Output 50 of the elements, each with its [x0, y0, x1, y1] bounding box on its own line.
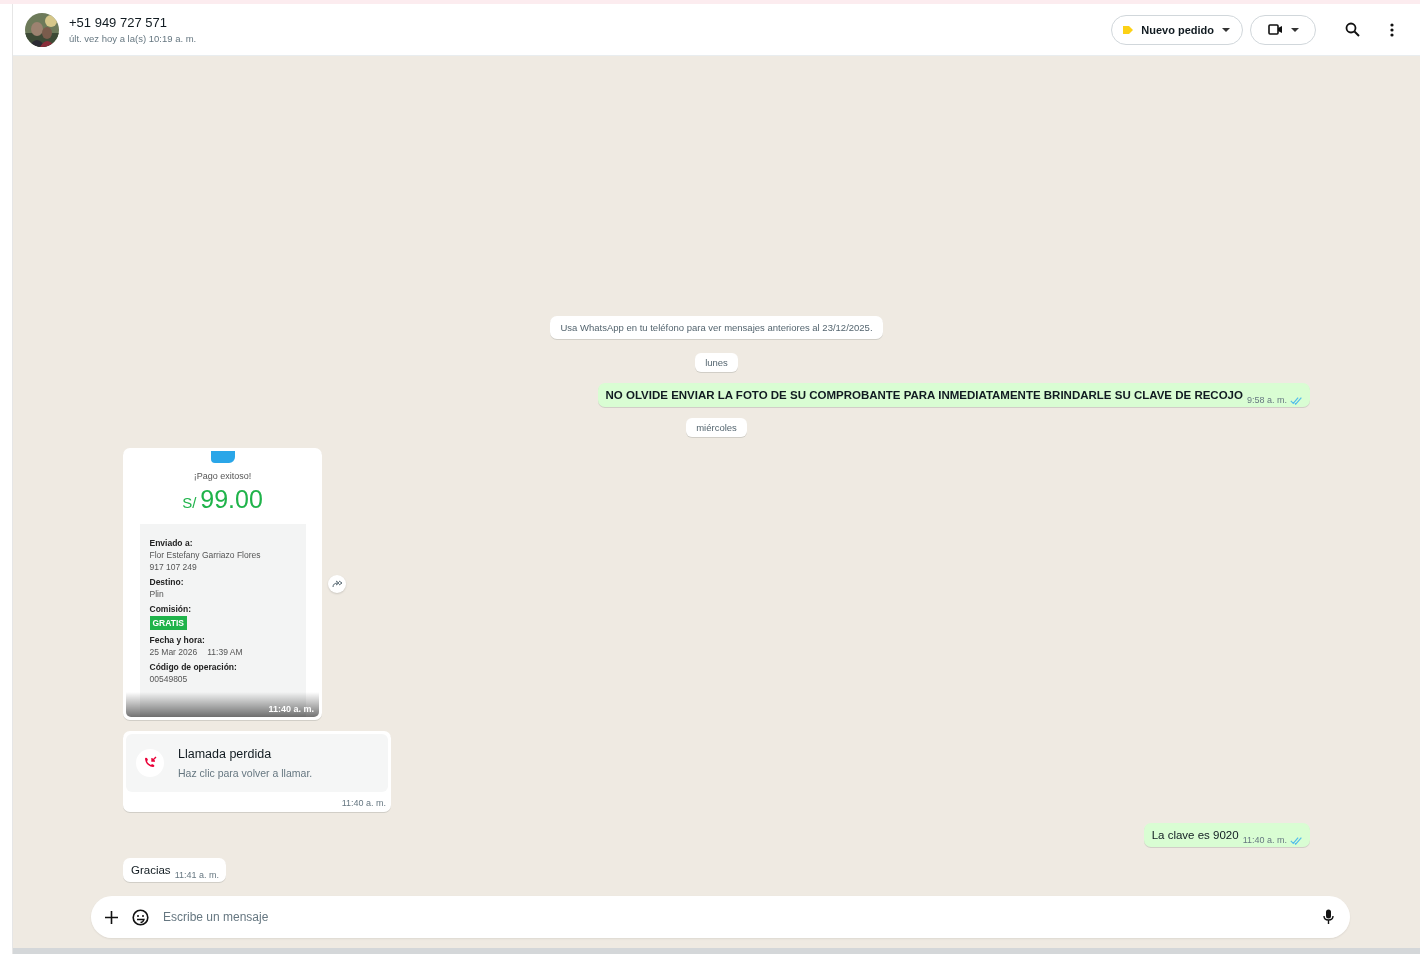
date-chip: miércoles [686, 418, 747, 437]
payment-status-text: ¡Pago exitoso! [193, 471, 252, 481]
forward-icon [331, 580, 343, 588]
history-notice: Usa WhatsApp en tu teléfono para ver mensajes anteriores al 23/12/2025. [550, 316, 883, 339]
message-text: La clave es 9020 [1151, 828, 1239, 843]
call-subtitle: Haz clic para volver a llamar. [178, 767, 313, 779]
currency-symbol: S/ [182, 494, 197, 511]
label-button[interactable]: Nuevo pedido [1111, 14, 1243, 45]
caret-icon [1290, 27, 1299, 32]
message-time: 9:58 a. m. [1246, 395, 1287, 405]
call-title: Llamada perdida [178, 747, 273, 761]
plus-icon [105, 910, 118, 924]
logo-icon [210, 451, 235, 463]
voice-message-button[interactable] [1309, 896, 1350, 938]
caret-icon [1222, 27, 1230, 32]
field-label: Código de operación: [149, 662, 238, 672]
field-value: 00549805 [149, 674, 189, 684]
field-label: Enviado a: [149, 538, 194, 548]
message-time: 11:40 a. m. [268, 704, 314, 714]
status-badge: GRATIS [149, 616, 187, 630]
field-label: Fecha y hora: [149, 635, 206, 645]
video-call-button[interactable] [1250, 14, 1316, 45]
search-button[interactable] [1345, 22, 1360, 37]
message-time: 11:40 a. m. [1242, 835, 1287, 845]
message-time: 11:41 a. m. [174, 870, 219, 880]
field-value: 917 107 249 [149, 562, 198, 572]
menu-button[interactable] [1390, 22, 1394, 37]
field-value: 25 Mar 2026 [149, 647, 198, 657]
sticker-face-icon [132, 908, 149, 926]
forward-button[interactable] [328, 575, 346, 593]
menu-icon [1390, 22, 1394, 37]
message-text: NO OLVIDE ENVIAR LA FOTO DE SU COMPROBANTE PARA INMEDIATAMENTE BRINDARLE SU CLAVE DE RECOJO [605, 388, 1243, 403]
field-value: 11:39 AM [207, 647, 243, 657]
message-input[interactable]: Escribe un mensaje [156, 896, 1309, 938]
missed-call-card[interactable]: Llamada perdida Haz clic para volver a llamar. [126, 734, 388, 792]
label-tag-icon [1122, 25, 1134, 34]
last-seen-text: últ. vez hoy a la(s) 10:19 a. m. [69, 33, 198, 44]
field-label: Destino: [149, 577, 185, 587]
search-icon [1345, 22, 1360, 37]
missed-call-icon [143, 756, 157, 770]
message-time: 11:40 a. m. [341, 798, 386, 808]
contact-name: +51 949 727 571 [69, 15, 168, 30]
message-text: Gracias [131, 863, 171, 878]
field-value: Plin [149, 589, 165, 599]
payment-amount: 99.00 [200, 485, 263, 514]
field-label: Comisión: [149, 604, 193, 614]
field-value: Flor Estefany Garriazo Flores [149, 550, 262, 560]
date-chip: lunes [695, 353, 738, 372]
video-camera-icon [1267, 24, 1283, 35]
microphone-icon [1323, 909, 1334, 925]
